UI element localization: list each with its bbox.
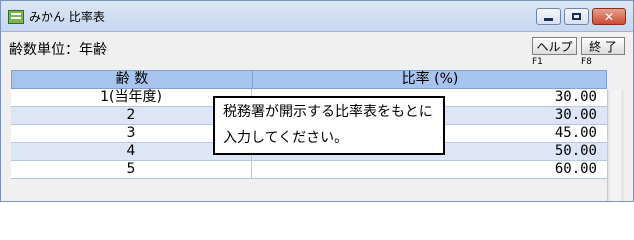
exit-shortcut-label: F8	[581, 57, 592, 67]
maximize-icon	[572, 13, 581, 20]
exit-button[interactable]: 終 了	[581, 37, 625, 55]
vertical-scrollbar[interactable]	[607, 90, 624, 201]
window-title: みかん 比率表	[29, 10, 105, 24]
column-header-age: 齢 数	[12, 71, 253, 88]
column-header-ratio: 比率 (%)	[401, 71, 459, 87]
minimize-icon	[544, 18, 553, 21]
scrollbar-track[interactable]	[610, 90, 621, 201]
age-unit-label: 齢数単位：年齢	[9, 42, 107, 58]
table-header: 齢 数 比率 (%)	[11, 70, 607, 89]
spreadsheet-app-icon	[8, 10, 24, 24]
minimize-button[interactable]	[536, 8, 561, 25]
close-button[interactable]: ✕	[592, 8, 626, 25]
maximize-button[interactable]	[564, 8, 589, 25]
table-row[interactable]: 5 60.00	[11, 161, 607, 179]
app-window: みかん 比率表 ✕ 齢数単位：年齢 ヘルプ F1 終 了 F8 齢 数 比率 (…	[0, 0, 634, 202]
title-bar[interactable]: みかん 比率表 ✕	[1, 1, 633, 32]
tooltip-popup: 税務署が開示する比率表をもとに入力してください。	[213, 96, 445, 155]
help-shortcut-label: F1	[532, 57, 543, 67]
age-cell: 5	[11, 161, 252, 178]
close-icon: ✕	[603, 9, 615, 24]
ratio-cell[interactable]: 60.00	[252, 161, 597, 178]
help-button[interactable]: ヘルプ	[532, 37, 577, 55]
